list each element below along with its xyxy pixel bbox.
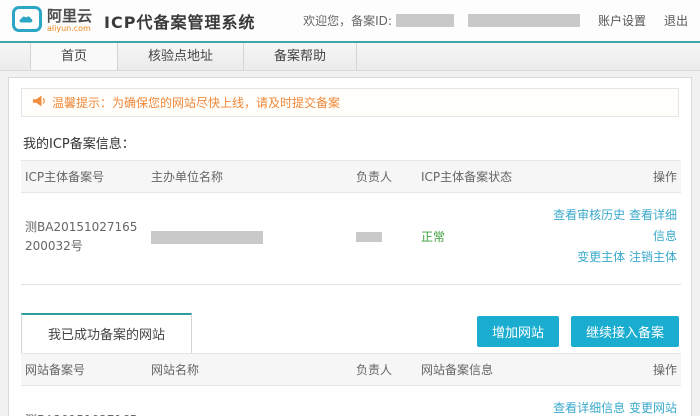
aliyun-logo[interactable]: 阿里云 aliyun.com: [12, 6, 92, 35]
col-site-person-in-charge: 负责人: [352, 354, 417, 386]
site-actions: 查看详细信息 变更网站信息 注销网站 取消接入: [545, 398, 677, 416]
view-audit-history-link[interactable]: 查看审核历史: [553, 208, 625, 222]
col-subject-filing-no: ICP主体备案号: [21, 161, 147, 193]
page-title: ICP代备案管理系统: [104, 9, 255, 33]
website-table-row: 测BA20151027165200032号-1号 备案成功 查看详细信息 变更网…: [21, 386, 681, 416]
notice-bar: 温馨提示：为确保您的网站尽快上线，请及时提交备案: [21, 88, 679, 117]
col-site-actions: 操作: [532, 354, 681, 386]
site-filing-no: 测BA20151027165200032号-1号: [25, 411, 143, 416]
redacted-person-in-charge: [356, 232, 382, 242]
col-actions: 操作: [532, 161, 681, 193]
megaphone-icon: [32, 95, 52, 110]
change-site-info-link[interactable]: 变更网站信息: [629, 401, 677, 416]
tab-filed-websites[interactable]: 我已成功备案的网站: [21, 313, 192, 353]
subject-table-header-row: ICP主体备案号 主办单位名称 负责人 ICP主体备案状态 操作: [21, 161, 681, 193]
brand-domain: aliyun.com: [47, 25, 92, 33]
view-site-details-link[interactable]: 查看详细信息: [553, 401, 625, 415]
nav-tab-verification-address[interactable]: 核验点地址: [118, 43, 244, 70]
col-site-name: 网站名称: [147, 354, 352, 386]
redacted-filing-id: [396, 14, 454, 27]
cancel-subject-link[interactable]: 注销主体: [629, 250, 677, 264]
subject-table: ICP主体备案号 主办单位名称 负责人 ICP主体备案状态 操作 测BA2015…: [21, 160, 681, 285]
redacted-account-name: [468, 14, 580, 27]
col-organizer-name: 主办单位名称: [147, 161, 352, 193]
change-subject-link[interactable]: 变更主体: [577, 250, 625, 264]
view-subject-details-link[interactable]: 查看详细信息: [629, 208, 677, 243]
subject-actions: 查看审核历史 查看详细信息 变更主体 注销主体: [545, 205, 677, 268]
content-panel: 温馨提示：为确保您的网站尽快上线，请及时提交备案 我的ICP备案信息： ICP主…: [8, 77, 692, 416]
website-table-header-row: 网站备案号 网站名称 负责人 网站备案信息 操作: [21, 354, 681, 386]
website-table: 网站备案号 网站名称 负责人 网站备案信息 操作 测BA201510271652…: [21, 353, 681, 416]
notice-text: 温馨提示：为确保您的网站尽快上线，请及时提交备案: [52, 94, 340, 111]
continue-access-filing-button[interactable]: 继续接入备案: [571, 316, 679, 347]
brand-name: 阿里云: [47, 9, 92, 24]
top-header: 阿里云 aliyun.com ICP代备案管理系统 欢迎您，备案ID: 账户设置…: [0, 0, 700, 41]
logout-link[interactable]: 退出: [664, 12, 688, 29]
add-website-button[interactable]: 增加网站: [477, 316, 559, 347]
subject-section-title: 我的ICP备案信息：: [23, 133, 677, 152]
col-site-filing-info: 网站备案信息: [417, 354, 532, 386]
col-subject-status: ICP主体备案状态: [417, 161, 532, 193]
account-settings-link[interactable]: 账户设置: [598, 12, 646, 29]
website-section-header: 我已成功备案的网站 增加网站 继续接入备案: [21, 313, 679, 353]
redacted-organizer-name: [151, 231, 263, 244]
aliyun-cloud-icon: [12, 6, 42, 35]
main-nav: 首页 核验点地址 备案帮助: [0, 41, 700, 71]
nav-tab-home[interactable]: 首页: [30, 43, 118, 70]
header-user-area: 欢迎您，备案ID: 账户设置 退出: [303, 12, 688, 29]
subject-table-row: 测BA20151027165200032号 正常 查看审核历史 查看详细信息 变…: [21, 193, 681, 285]
nav-tab-filing-help[interactable]: 备案帮助: [244, 43, 357, 70]
subject-status-text: 正常: [421, 230, 445, 244]
col-person-in-charge: 负责人: [352, 161, 417, 193]
welcome-label: 欢迎您，备案ID:: [303, 12, 392, 29]
subject-filing-no: 测BA20151027165200032号: [25, 218, 143, 256]
col-site-filing-no: 网站备案号: [21, 354, 147, 386]
